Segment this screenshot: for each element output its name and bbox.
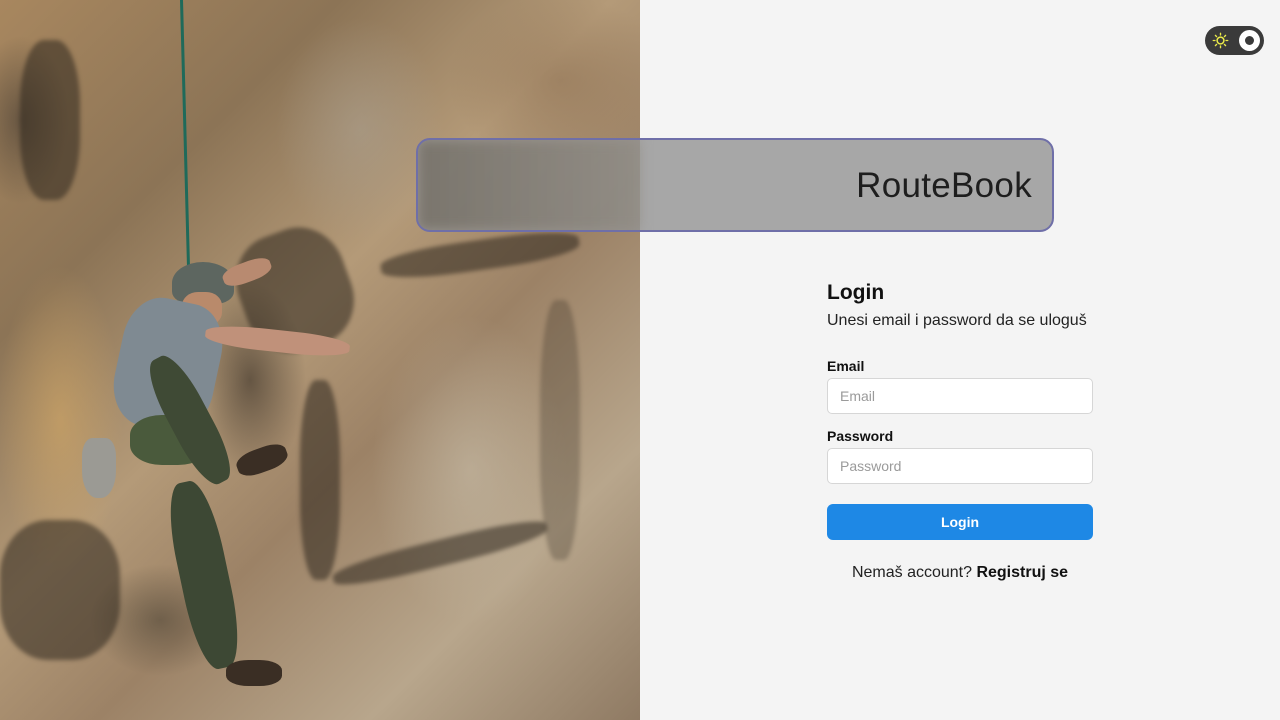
rock-crack [0,520,120,660]
register-link[interactable]: Registruj se [976,564,1068,581]
toggle-knob[interactable] [1239,30,1260,51]
login-form: Login Unesi email i password da se ulogu… [827,280,1093,582]
shoe-shape [226,660,282,686]
chalk-bag-shape [82,438,116,498]
login-page: RouteBook Login Unesi email i password d… [0,0,1280,720]
sun-icon [1212,32,1229,49]
brand-banner: RouteBook [416,138,1054,232]
no-account-text: Nemaš account? [851,564,972,581]
login-button[interactable]: Login [827,504,1093,540]
theme-toggle[interactable] [1205,26,1264,55]
rock-crack [300,380,340,580]
climbing-rope [180,0,191,270]
banner-blur-overlay [418,140,640,230]
password-label: Password [827,428,894,444]
rock-crack [20,40,80,200]
register-prompt: Nemaš account? Registruj se [817,564,1103,582]
password-field[interactable] [827,448,1093,484]
brand-title: RouteBook [856,166,1032,205]
email-label: Email [827,358,865,374]
login-title: Login [827,281,885,304]
hero-photo [0,0,640,720]
rock-crack [378,226,582,284]
leg-shape [160,477,248,673]
rock-crack [330,513,550,593]
rock-crack [540,300,580,560]
login-subtitle: Unesi email i password da se uloguš [827,312,1087,329]
email-field[interactable] [827,378,1093,414]
shoe-shape [233,439,291,481]
